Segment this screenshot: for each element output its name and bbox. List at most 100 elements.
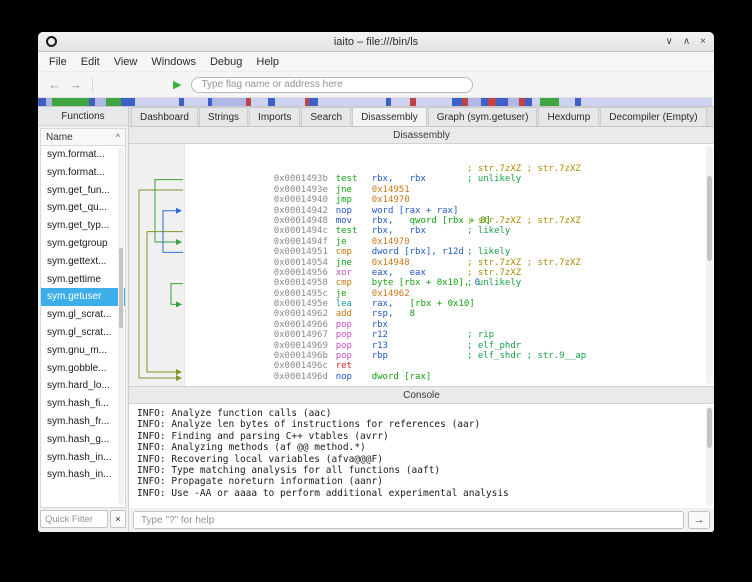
console-line: INFO: Finding and parsing C++ vtables (a… (137, 431, 706, 442)
function-list-item[interactable]: sym.gobble... (41, 360, 125, 378)
console-panel-header[interactable]: Console (129, 387, 714, 404)
console-output[interactable]: INFO: Analyze function calls (aac)INFO: … (129, 404, 714, 508)
command-input[interactable] (133, 511, 684, 529)
function-list-item[interactable]: sym.gl_scrat... (41, 306, 125, 324)
disassembly-line[interactable]: 0x0001494fje0x14970; likely (187, 226, 704, 236)
function-list-item[interactable]: sym.getuser (41, 288, 125, 306)
function-list-item[interactable]: sym.gl_scrat... (41, 324, 125, 342)
titlebar[interactable]: iaito – file:///bin/ls ∨ ∧ × (38, 32, 714, 52)
memory-segment (468, 98, 482, 106)
sort-ascending-icon[interactable]: ^ (116, 132, 120, 142)
menu-item[interactable]: Edit (74, 56, 107, 68)
disassembly-scrollbar-thumb[interactable] (707, 176, 712, 261)
memory-map-bar[interactable] (38, 98, 714, 107)
tab[interactable]: Hexdump (538, 107, 599, 126)
maximize-icon[interactable]: ∧ (683, 36, 690, 47)
disassembly-line[interactable]: 0x00014954jne0x14948; likely (187, 247, 704, 257)
disassembly-line[interactable]: 0x00014966poprbx (187, 309, 704, 319)
function-list-item[interactable]: sym.get_qu... (41, 199, 125, 217)
tab[interactable]: Graph (sym.getuser) (428, 107, 538, 126)
disassembly-line[interactable]: 0x0001494ctestrbx, rbx; str.7zXZ ; str.7… (187, 216, 704, 226)
clear-filter-button[interactable]: × (110, 510, 126, 528)
memory-segment (416, 98, 451, 106)
disassembly-line[interactable]: 0x0001493ejne0x14951; unlikely (187, 174, 704, 184)
function-list-item[interactable]: sym.gettime (41, 271, 125, 289)
console-scrollbar[interactable] (706, 406, 713, 506)
function-list-item[interactable]: sym.hash_g... (41, 431, 125, 449)
functions-scrollbar[interactable] (118, 148, 124, 505)
console-scrollbar-thumb[interactable] (707, 408, 712, 448)
tab[interactable]: Decompiler (Empty) (600, 107, 706, 126)
close-icon[interactable]: × (700, 36, 706, 47)
tab[interactable]: Imports (249, 107, 300, 126)
functions-scrollbar-thumb[interactable] (119, 248, 123, 328)
functions-name-header[interactable]: Name ^ (40, 128, 126, 146)
quick-filter-row: × (40, 510, 126, 530)
instruction-operands: dword [rax] (372, 372, 432, 382)
disassembly-line[interactable]: 0x00014969popr13; rip (187, 330, 704, 340)
function-list-item[interactable]: sym.getgroup (41, 235, 125, 253)
instruction-comment: ; elf_phdr (467, 341, 521, 351)
function-list-item[interactable]: sym.format... (41, 164, 125, 182)
tab[interactable]: Search (301, 107, 351, 126)
instruction-comment: ; unlikely (467, 174, 521, 184)
disassembly-line[interactable]: 0x00014962addrsp, 8 (187, 299, 704, 309)
memory-segment (309, 98, 318, 106)
function-list-item[interactable]: sym.get_typ... (41, 217, 125, 235)
tab[interactable]: Dashboard (131, 107, 198, 126)
function-list-item[interactable]: sym.hash_fi... (41, 395, 125, 413)
menu-item[interactable]: Windows (144, 56, 203, 68)
memory-segment (212, 98, 246, 106)
disassembly-line[interactable]: 0x00014967popr12 (187, 320, 704, 330)
disassembly-line[interactable]: 0x00014956xoreax, eax; str.7zXZ ; str.7z… (187, 258, 704, 268)
function-list-item[interactable]: sym.hash_in... (41, 449, 125, 467)
disassembly-line[interactable]: 0x0001496dnopdword [rax] (187, 361, 704, 371)
memory-segment (532, 98, 540, 106)
disassembly-line[interactable]: 0x0001495elearax, [rbx + 0x10] (187, 289, 704, 299)
instruction-comment: ; likely (467, 247, 510, 257)
function-list-item[interactable]: sym.hash_fr... (41, 413, 125, 431)
memory-segment (106, 98, 121, 106)
memory-segment (121, 98, 135, 106)
disassembly-scrollbar[interactable] (706, 146, 713, 384)
disassembly-line[interactable]: 0x0001496bpoprbp; elf_phdr (187, 341, 704, 351)
disassembly-line[interactable]: 0x0001493btestrbx, rbx; str.7zXZ ; str.7… (187, 164, 704, 174)
memory-segment (525, 98, 532, 106)
back-icon[interactable]: ← (48, 77, 61, 92)
tab[interactable]: Strings (199, 107, 248, 126)
console-line: INFO: Use -AA or aaaa to perform additio… (137, 488, 706, 499)
instruction-address: 0x0001496d (274, 372, 336, 382)
continue-icon[interactable]: ▶ (173, 78, 181, 91)
menu-item[interactable]: Debug (203, 56, 249, 68)
disassembly-line[interactable]: 0x00014942nopword [rax + rax] (187, 195, 704, 205)
menu-item[interactable]: View (107, 56, 145, 68)
menu-item[interactable]: File (42, 56, 74, 68)
quick-filter-input[interactable] (40, 510, 108, 528)
disassembly-line[interactable]: 0x00014951cmpdword [rbx], r12d (187, 237, 704, 247)
memory-segment (391, 98, 410, 106)
console-line: INFO: Propagate noreturn information (aa… (137, 476, 706, 487)
disassembly-line[interactable]: 0x00014958cmpbyte [rbx + 0x10], 0; str.7… (187, 268, 704, 278)
memory-segment (38, 98, 46, 106)
disassembly-line[interactable]: 0x0001496cret; elf_shdr ; str.9__ap (187, 351, 704, 361)
function-list-item[interactable]: sym.gnu_m... (41, 342, 125, 360)
restore-down-icon[interactable]: ∨ (666, 36, 673, 47)
menu-item[interactable]: Help (249, 56, 286, 68)
function-list-item[interactable]: sym.hash_in... (41, 466, 125, 484)
disassembly-panel-header[interactable]: Disassembly (129, 127, 714, 144)
function-list-item[interactable]: sym.get_fun... (41, 182, 125, 200)
command-submit-button[interactable]: → (688, 511, 710, 529)
tab[interactable]: Disassembly (352, 107, 427, 126)
disassembly-line[interactable]: 0x00014940jmp0x14970 (187, 185, 704, 195)
operand-token: dword [rax] (372, 372, 432, 382)
function-list-item[interactable]: sym.format... (41, 146, 125, 164)
functions-panel-tab[interactable]: Functions (38, 107, 128, 126)
disassembly-view[interactable]: 0x0001493btestrbx, rbx; str.7zXZ ; str.7… (129, 144, 714, 387)
disassembly-line[interactable]: 0x00014948movrbx, qword [rbx + 8] (187, 206, 704, 216)
disassembly-line[interactable]: 0x0001495cje0x14962; unlikely (187, 278, 704, 288)
flag-search-input[interactable] (191, 77, 473, 93)
forward-icon[interactable]: → (69, 77, 82, 92)
function-list-item[interactable]: sym.gettext... (41, 253, 125, 271)
function-list-item[interactable]: sym.hard_lo... (41, 377, 125, 395)
command-bar: → (129, 508, 714, 532)
